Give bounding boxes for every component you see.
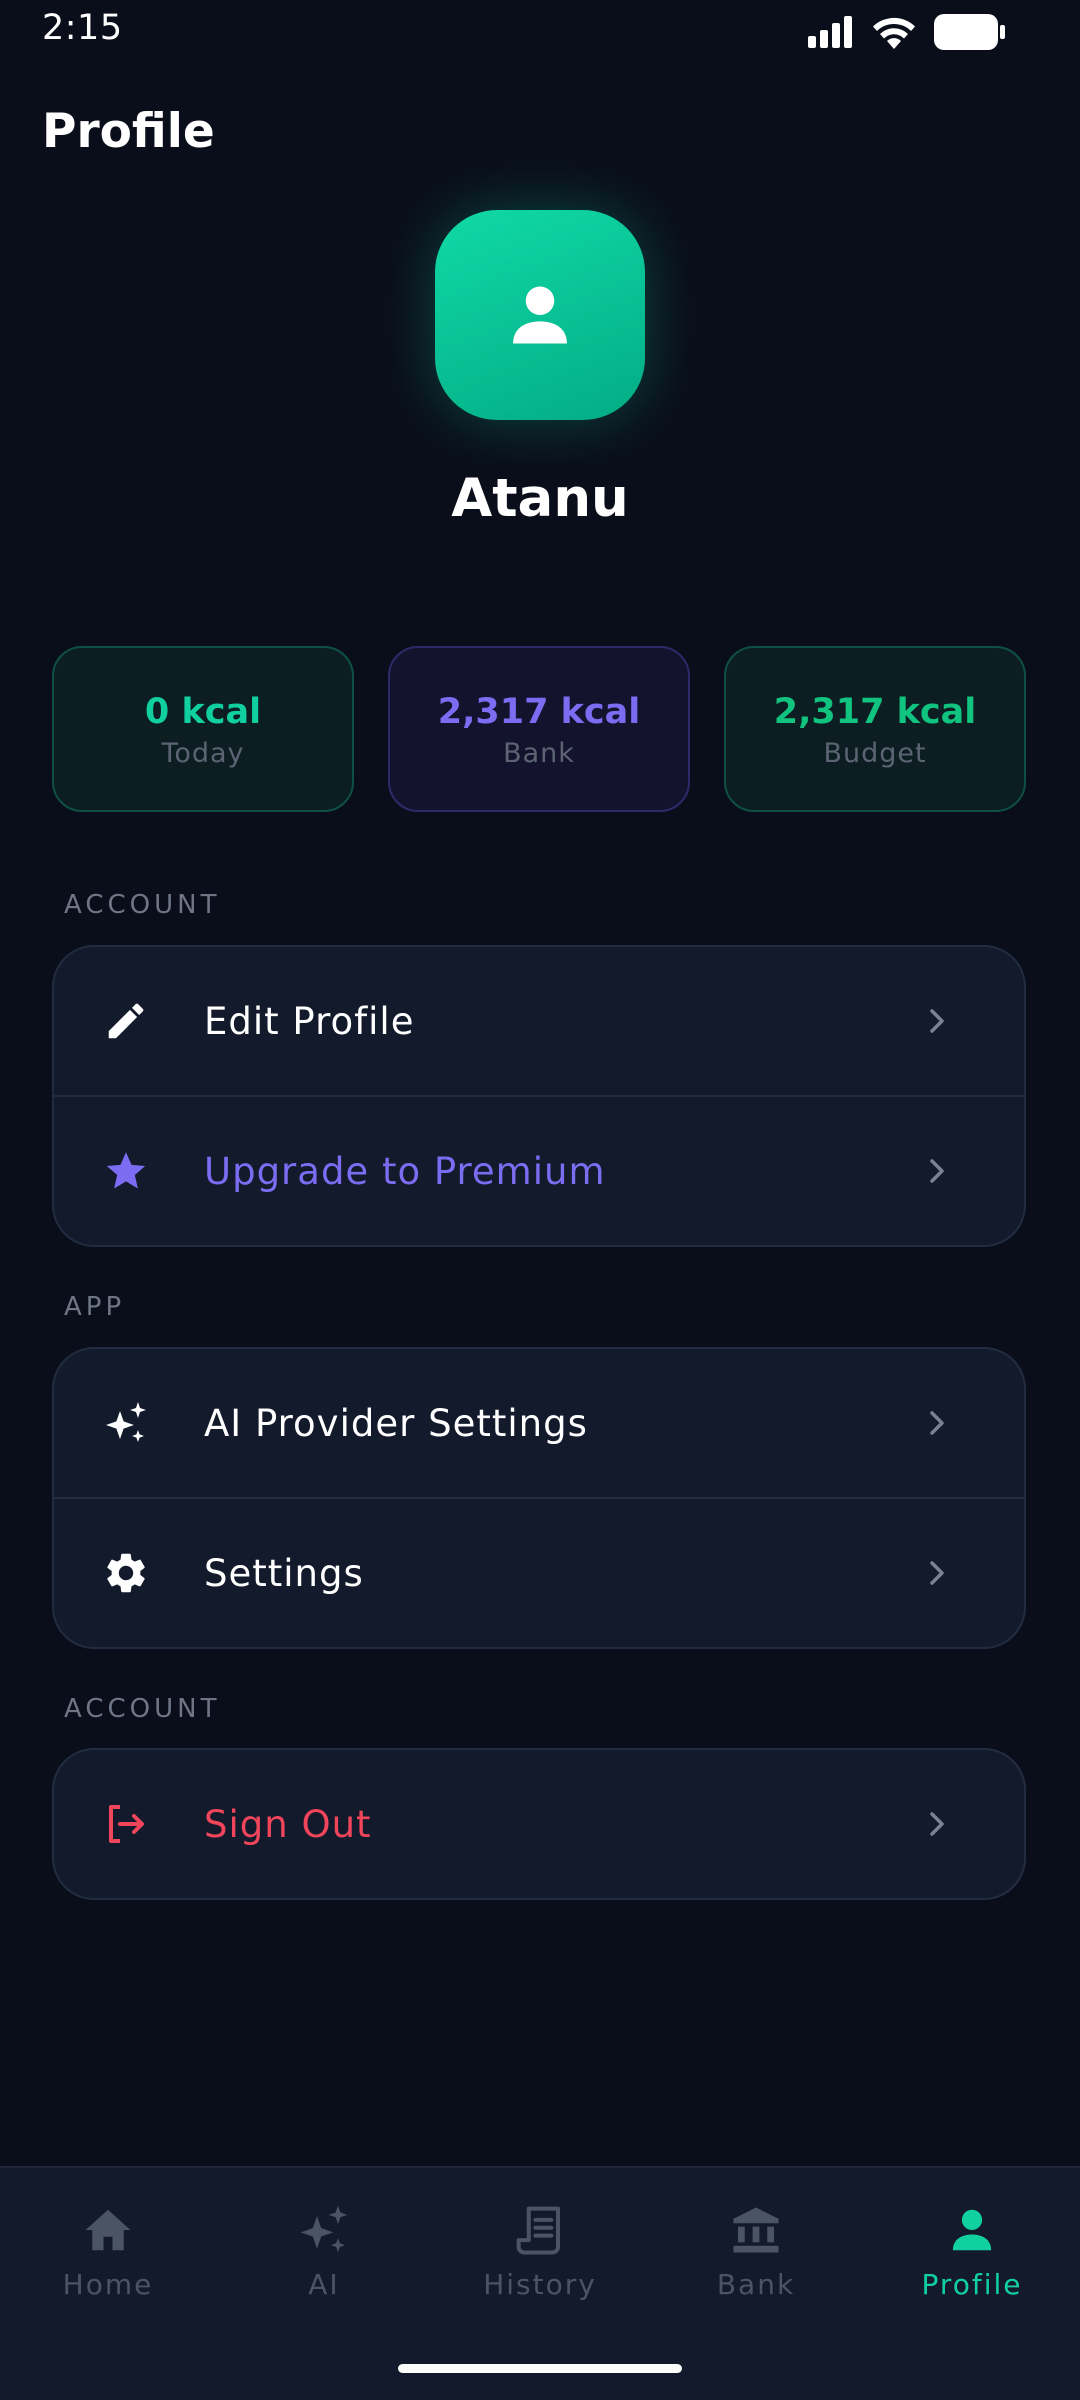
section-label-account-2: ACCOUNT bbox=[64, 1694, 221, 1724]
section-label-account: ACCOUNT bbox=[64, 890, 221, 920]
profile-screen: 2:15 Profile Atanu 0 kcal Today 2,317 kc… bbox=[0, 0, 1080, 2400]
chevron-right-icon bbox=[930, 1009, 944, 1033]
home-indicator bbox=[398, 2364, 682, 2373]
user-icon bbox=[944, 2202, 1000, 2258]
sparkles-icon bbox=[296, 2202, 352, 2258]
nav-home[interactable]: Home bbox=[8, 2202, 208, 2301]
chevron-right-icon bbox=[930, 1159, 944, 1183]
nav-ai[interactable]: AI bbox=[224, 2202, 424, 2301]
sign-out-row[interactable]: Sign Out bbox=[54, 1750, 1024, 1898]
status-icons bbox=[808, 14, 1006, 50]
stat-bank-value: 2,317 kcal bbox=[437, 691, 641, 732]
page-title: Profile bbox=[42, 104, 215, 159]
home-icon bbox=[80, 2202, 136, 2258]
settings-label: Settings bbox=[204, 1551, 364, 1595]
chevron-right-icon bbox=[930, 1561, 944, 1585]
battery-icon bbox=[934, 14, 1005, 50]
nav-home-label: Home bbox=[62, 2268, 154, 2301]
nav-history-label: History bbox=[483, 2268, 597, 2301]
user-icon bbox=[513, 286, 567, 344]
signal-icon bbox=[808, 16, 852, 48]
nav-profile[interactable]: Profile bbox=[872, 2202, 1072, 2301]
signout-menu-card: Sign Out bbox=[52, 1748, 1026, 1900]
stat-today-label: Today bbox=[161, 737, 245, 769]
stat-budget-value: 2,317 kcal bbox=[773, 691, 977, 732]
receipt-icon bbox=[512, 2202, 568, 2258]
nav-ai-label: AI bbox=[308, 2268, 340, 2301]
stat-card-bank: 2,317 kcal Bank bbox=[388, 646, 690, 812]
upgrade-premium-row[interactable]: Upgrade to Premium bbox=[54, 1095, 1024, 1245]
edit-profile-label: Edit Profile bbox=[204, 999, 415, 1043]
nav-bank-label: Bank bbox=[716, 2268, 796, 2301]
ai-provider-settings-label: AI Provider Settings bbox=[204, 1401, 588, 1445]
sign-out-label: Sign Out bbox=[204, 1802, 372, 1846]
section-label-app: APP bbox=[64, 1292, 126, 1322]
stat-card-today: 0 kcal Today bbox=[52, 646, 354, 812]
upgrade-premium-label: Upgrade to Premium bbox=[204, 1149, 606, 1193]
pencil-icon bbox=[102, 997, 150, 1045]
avatar[interactable] bbox=[435, 210, 645, 420]
status-bar: 2:15 bbox=[0, 0, 1080, 64]
status-time: 2:15 bbox=[42, 8, 123, 48]
app-menu-card: AI Provider Settings Settings bbox=[52, 1347, 1026, 1649]
gear-icon bbox=[102, 1549, 150, 1597]
account-menu-card: Edit Profile Upgrade to Premium bbox=[52, 945, 1026, 1247]
wifi-icon bbox=[873, 17, 915, 49]
chevron-right-icon bbox=[930, 1411, 944, 1435]
chevron-right-icon bbox=[930, 1812, 944, 1836]
nav-history[interactable]: History bbox=[440, 2202, 640, 2301]
bank-icon bbox=[728, 2202, 784, 2258]
sparkles-icon bbox=[102, 1399, 150, 1447]
stat-card-budget: 2,317 kcal Budget bbox=[724, 646, 1026, 812]
nav-bank[interactable]: Bank bbox=[656, 2202, 856, 2301]
logout-icon bbox=[102, 1800, 150, 1848]
nav-profile-label: Profile bbox=[921, 2268, 1023, 2301]
edit-profile-row[interactable]: Edit Profile bbox=[54, 947, 1024, 1095]
star-icon bbox=[102, 1147, 150, 1195]
ai-provider-settings-row[interactable]: AI Provider Settings bbox=[54, 1349, 1024, 1497]
user-name: Atanu bbox=[451, 468, 629, 529]
settings-row[interactable]: Settings bbox=[54, 1497, 1024, 1647]
stat-budget-label: Budget bbox=[823, 737, 927, 769]
stat-bank-label: Bank bbox=[503, 737, 575, 769]
stat-today-value: 0 kcal bbox=[144, 691, 262, 732]
